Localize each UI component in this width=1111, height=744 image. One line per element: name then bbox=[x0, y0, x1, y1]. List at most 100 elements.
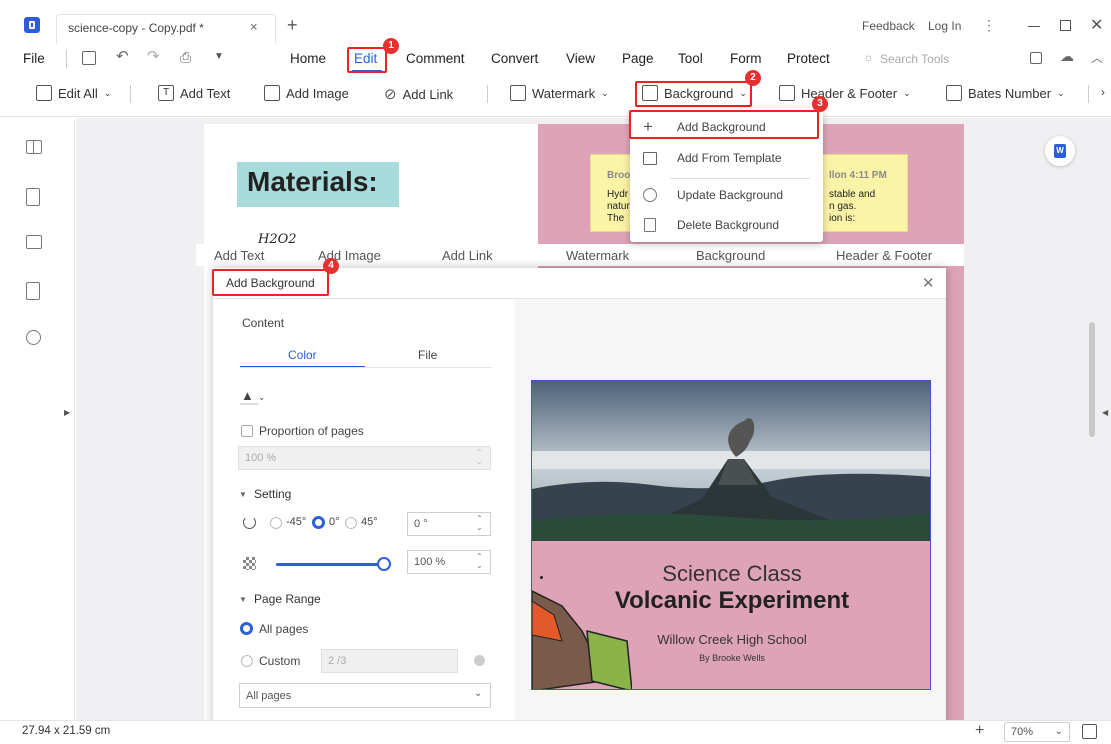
pages-select-value: All pages bbox=[246, 689, 292, 702]
fit-page-icon[interactable] bbox=[1082, 724, 1097, 739]
rotation-minus45-radio[interactable] bbox=[270, 517, 282, 529]
search-tools-input[interactable]: Search Tools bbox=[880, 52, 949, 66]
background-button[interactable]: Background ⌄ bbox=[642, 85, 747, 101]
toolbar-more-icon[interactable]: › bbox=[1101, 85, 1105, 99]
fill-color-button[interactable]: ▲ ⌄ bbox=[241, 388, 265, 403]
preview-title-line2: Volcanic Experiment bbox=[614, 587, 850, 614]
tab-close-icon[interactable]: × bbox=[250, 19, 258, 34]
menu-page[interactable]: Page bbox=[622, 51, 654, 66]
dropdown-delete-background[interactable]: Delete Background bbox=[630, 210, 823, 240]
custom-label: Custom bbox=[259, 654, 301, 668]
menu-form[interactable]: Form bbox=[730, 51, 762, 66]
step-badge-1: 1 bbox=[383, 38, 399, 54]
background-label: Background bbox=[664, 85, 734, 101]
edit-all-icon bbox=[36, 85, 52, 101]
menu-home[interactable]: Home bbox=[290, 51, 326, 66]
delete-background-label: Delete Background bbox=[677, 218, 780, 232]
info-icon bbox=[474, 655, 485, 666]
proportion-stepper-icon[interactable]: ⌃ ⌄ bbox=[476, 448, 483, 466]
zoom-in-icon[interactable]: + bbox=[975, 722, 984, 740]
quick-access-dropdown-icon[interactable]: ▼ bbox=[214, 51, 224, 62]
preview-page: Science Class Volcanic Experiment Willow… bbox=[531, 380, 931, 690]
menu-view[interactable]: View bbox=[566, 51, 595, 66]
rotation-0-label: 0° bbox=[329, 516, 340, 528]
all-pages-label: All pages bbox=[259, 622, 309, 636]
opacity-slider-track[interactable] bbox=[276, 563, 384, 566]
dropdown-update-background[interactable]: Update Background bbox=[630, 180, 823, 210]
tab-file[interactable]: File bbox=[418, 348, 437, 362]
feedback-link[interactable]: Feedback bbox=[862, 19, 915, 33]
add-image-button[interactable]: Add Image bbox=[264, 85, 349, 101]
menu-tool[interactable]: Tool bbox=[678, 51, 703, 66]
scrollbar-thumb[interactable] bbox=[1089, 322, 1095, 437]
opacity-stepper-icon[interactable]: ⌃ ⌄ bbox=[476, 552, 483, 570]
menu-edit[interactable]: Edit bbox=[354, 51, 377, 66]
watermark-button[interactable]: Watermark ⌄ bbox=[510, 85, 609, 101]
ghost-add-text: Add Text bbox=[214, 248, 265, 263]
collapse-ribbon-icon[interactable]: ︿ bbox=[1091, 49, 1103, 66]
rotation-stepper-icon[interactable]: ⌃ ⌄ bbox=[476, 514, 483, 532]
add-link-label: Add Link bbox=[402, 86, 454, 102]
close-window-icon[interactable]: ✕ bbox=[1090, 15, 1103, 35]
menu-protect[interactable]: Protect bbox=[787, 51, 830, 66]
print-icon[interactable]: ⎙ bbox=[180, 49, 191, 66]
ghost-watermark: Watermark bbox=[566, 248, 630, 263]
search-icon[interactable] bbox=[26, 330, 41, 345]
menu-convert[interactable]: Convert bbox=[491, 51, 538, 66]
dropdown-add-from-template[interactable]: Add From Template bbox=[630, 143, 823, 173]
cloud-upload-icon[interactable]: ☁ bbox=[1060, 48, 1074, 65]
add-link-button[interactable]: ⊘ Add Link bbox=[384, 85, 453, 103]
save-icon[interactable] bbox=[82, 51, 96, 65]
zoom-value: 70% bbox=[1011, 726, 1034, 738]
note-right-1: llon 4:11 PM bbox=[829, 170, 887, 181]
ghost-add-link: Add Link bbox=[442, 248, 493, 263]
dialog-close-icon[interactable]: ✕ bbox=[922, 274, 935, 292]
menu-comment[interactable]: Comment bbox=[406, 51, 465, 66]
proportion-input[interactable]: 100 % bbox=[238, 446, 491, 470]
header-footer-button[interactable]: Header & Footer ⌄ bbox=[779, 85, 911, 101]
comments-icon[interactable] bbox=[26, 235, 42, 249]
custom-range-input[interactable]: 2 /3 bbox=[321, 649, 458, 673]
edit-all-button[interactable]: Edit All ⌄ bbox=[36, 85, 111, 101]
pages-select[interactable]: All pages bbox=[239, 683, 491, 708]
tab-color[interactable]: Color bbox=[288, 348, 317, 362]
note-line-1: Broo bbox=[607, 170, 631, 181]
bookmark-icon[interactable] bbox=[26, 188, 40, 206]
note-line-4: The bbox=[607, 213, 625, 224]
more-options-icon[interactable]: ⋮ bbox=[982, 17, 996, 34]
custom-radio[interactable] bbox=[241, 655, 253, 667]
dialog-title: Add Background bbox=[226, 276, 315, 290]
opacity-slider-handle[interactable] bbox=[377, 557, 391, 571]
all-pages-radio[interactable] bbox=[240, 622, 253, 635]
maximize-icon[interactable] bbox=[1060, 20, 1071, 31]
undo-icon[interactable]: ↶ bbox=[116, 47, 129, 65]
rotation-45-radio[interactable] bbox=[345, 517, 357, 529]
rotation-0-radio[interactable] bbox=[312, 516, 325, 529]
status-bar bbox=[0, 720, 1111, 744]
step-badge-3: 3 bbox=[812, 96, 828, 112]
proportion-checkbox[interactable] bbox=[241, 425, 253, 437]
redo-icon[interactable]: ↷ bbox=[147, 47, 160, 65]
minimize-icon[interactable] bbox=[1028, 26, 1040, 27]
expand-sidebar-icon[interactable]: ▶ bbox=[64, 408, 70, 417]
opacity-value: 100 % bbox=[414, 556, 446, 568]
page-range-label: Page Range bbox=[254, 592, 321, 606]
add-text-icon: T bbox=[158, 85, 174, 101]
word-convert-icon[interactable]: W bbox=[1045, 136, 1075, 166]
app-logo bbox=[24, 17, 40, 33]
new-tab-icon[interactable]: + bbox=[287, 15, 298, 36]
thumbnails-icon[interactable] bbox=[26, 140, 42, 154]
page-range-caret-icon: ▼ bbox=[239, 595, 247, 604]
zoom-select[interactable]: 70% ⌄ bbox=[1004, 722, 1070, 742]
share-icon[interactable] bbox=[1030, 52, 1042, 64]
attachments-icon[interactable] bbox=[26, 282, 40, 300]
add-text-button[interactable]: T Add Text bbox=[158, 85, 230, 101]
materials-heading: Materials: bbox=[247, 166, 378, 197]
note-right-4: ion is: bbox=[829, 213, 856, 224]
menu-divider bbox=[66, 50, 67, 68]
bates-number-button[interactable]: Bates Number ⌄ bbox=[946, 85, 1065, 101]
menu-file[interactable]: File bbox=[23, 51, 45, 66]
note-right-2: stable and bbox=[829, 189, 876, 200]
collapse-right-panel-icon[interactable]: ◀ bbox=[1102, 408, 1108, 417]
login-link[interactable]: Log In bbox=[928, 19, 961, 33]
